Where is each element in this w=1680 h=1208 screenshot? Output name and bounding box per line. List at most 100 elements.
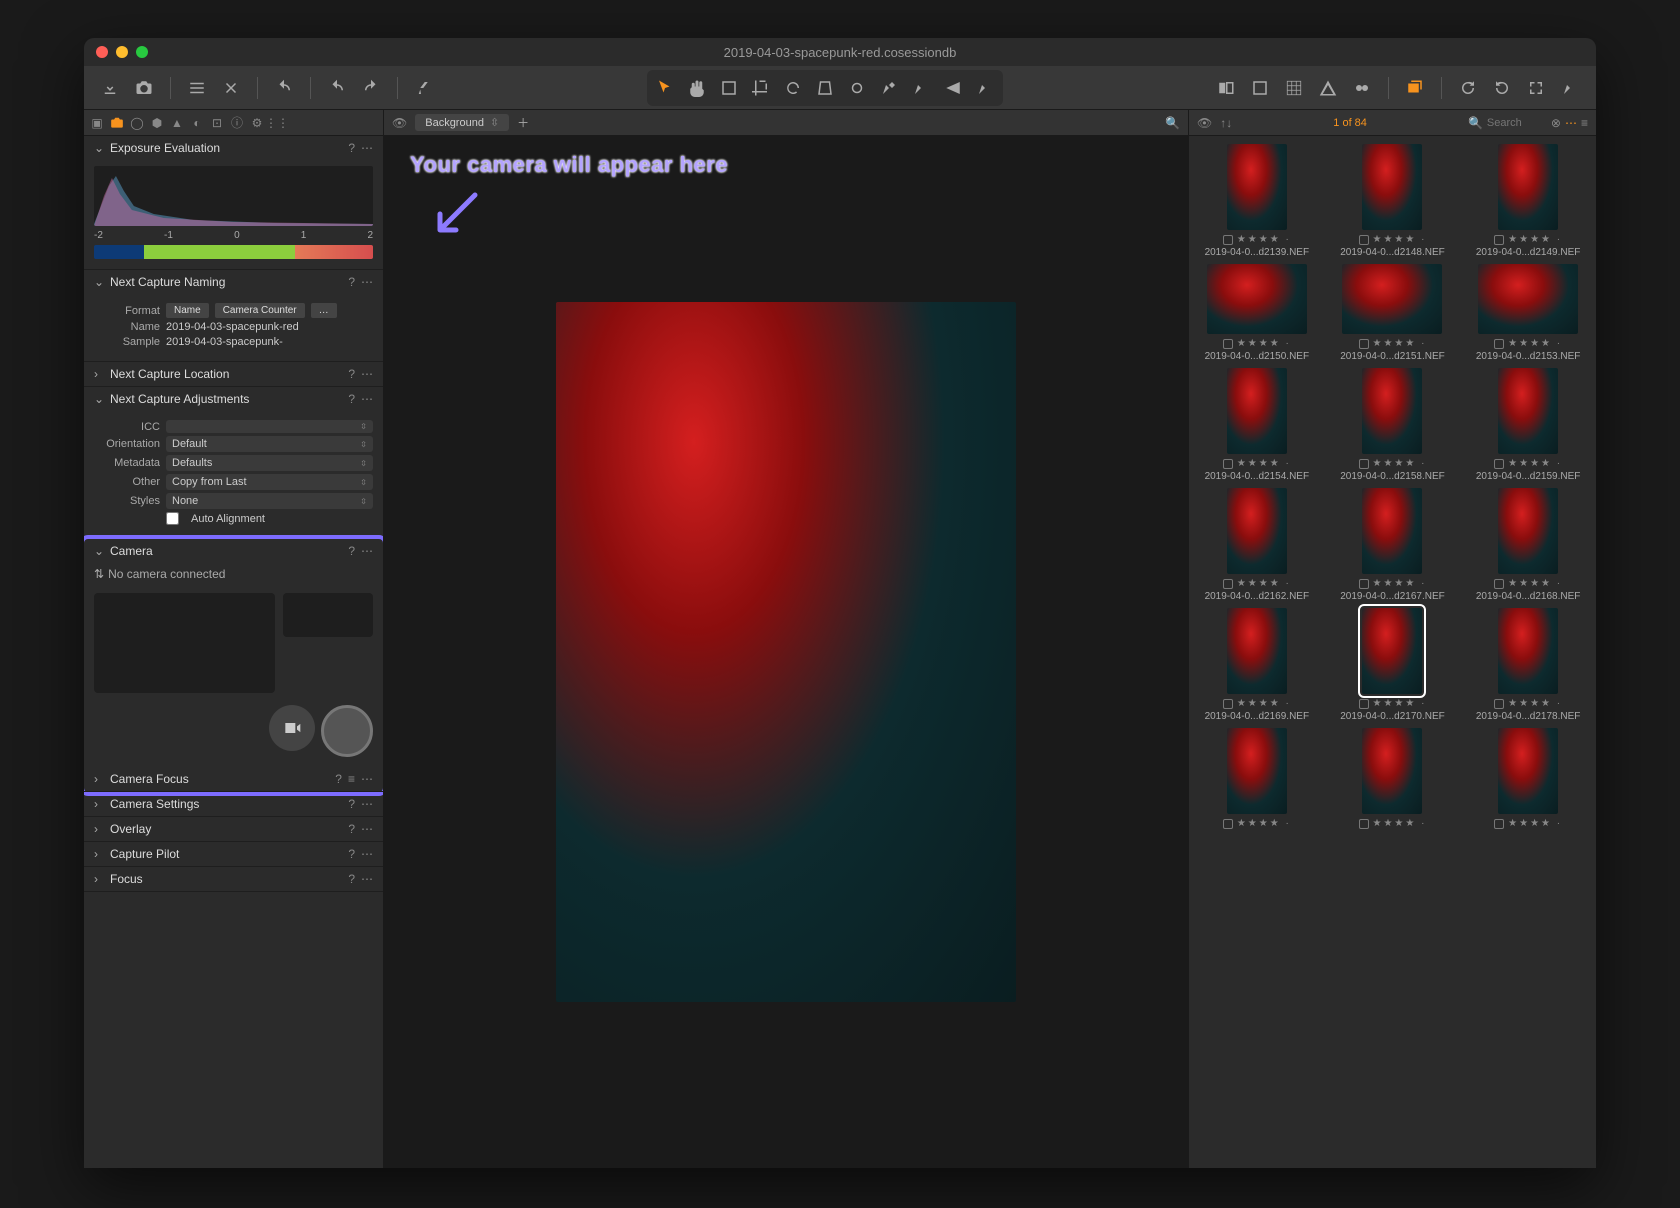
- capture-pilot-header[interactable]: › Capture Pilot ?⋯: [84, 842, 383, 866]
- thumbnail-rating[interactable]: ★★★★ ·: [1373, 234, 1427, 245]
- proof-icon[interactable]: [1246, 74, 1274, 102]
- thumbnail-checkbox[interactable]: [1494, 699, 1504, 709]
- thumbnail-rating[interactable]: ★★★★ ·: [1373, 338, 1427, 349]
- adj-styles-select[interactable]: None⇳: [166, 493, 373, 509]
- more-icon[interactable]: ⋯: [361, 797, 373, 811]
- viewer-search-icon[interactable]: 🔍: [1165, 116, 1180, 130]
- loupe-tool-icon[interactable]: [715, 74, 743, 102]
- thumbnail-rating[interactable]: ★★★★ ·: [1237, 818, 1291, 829]
- thumbnail-checkbox[interactable]: [1494, 339, 1504, 349]
- more-icon[interactable]: ⋯: [361, 872, 373, 886]
- camera-header[interactable]: ⌄ Camera ?⋯: [84, 539, 383, 563]
- more-icon[interactable]: ⋯: [361, 275, 373, 289]
- thumbnail[interactable]: ★★★★ ·2019-04-0...d2170.NEF: [1332, 608, 1452, 722]
- help-icon[interactable]: ?: [348, 275, 355, 289]
- expand-icon[interactable]: [1522, 74, 1550, 102]
- thumbnail[interactable]: ★★★★ ·2019-04-0...d2139.NEF: [1197, 144, 1317, 258]
- thumbnail-checkbox[interactable]: [1223, 819, 1233, 829]
- thumbnail[interactable]: ★★★★ ·2019-04-0...d2167.NEF: [1332, 488, 1452, 602]
- heal-tool-icon[interactable]: [971, 74, 999, 102]
- thumbnail-rating[interactable]: ★★★★ ·: [1373, 458, 1427, 469]
- filter-icon[interactable]: ⋯: [1565, 116, 1577, 130]
- thumbnail[interactable]: ★★★★ ·2019-04-0...d2162.NEF: [1197, 488, 1317, 602]
- mask-erase-icon[interactable]: [907, 74, 935, 102]
- exposure-evaluation-header[interactable]: ⌄ Exposure Evaluation ?⋯: [84, 136, 383, 160]
- clear-search-icon[interactable]: ⊗: [1551, 116, 1561, 130]
- location-header[interactable]: › Next Capture Location ?⋯: [84, 362, 383, 386]
- thumbnail[interactable]: ★★★★ ·2019-04-0...d2159.NEF: [1468, 368, 1588, 482]
- focus-header[interactable]: › Focus ?⋯: [84, 867, 383, 891]
- thumbnail-rating[interactable]: ★★★★ ·: [1237, 338, 1291, 349]
- help-icon[interactable]: ?: [348, 847, 355, 861]
- delete-icon[interactable]: [217, 74, 245, 102]
- video-button[interactable]: [269, 705, 315, 751]
- search-input[interactable]: [1487, 117, 1547, 129]
- thumbnail-checkbox[interactable]: [1223, 579, 1233, 589]
- thumbnail[interactable]: ★★★★ ·: [1468, 728, 1588, 831]
- thumbnail-rating[interactable]: ★★★★ ·: [1508, 338, 1562, 349]
- thumbnail-checkbox[interactable]: [1223, 699, 1233, 709]
- metadata-tab-icon[interactable]: ⓘ: [228, 114, 246, 132]
- thumbnail-rating[interactable]: ★★★★ ·: [1508, 818, 1562, 829]
- image-viewer[interactable]: Your camera will appear here: [384, 136, 1188, 1168]
- format-more-chip[interactable]: …: [311, 303, 337, 318]
- rotate-tool-icon[interactable]: [779, 74, 807, 102]
- exposure-tab-icon[interactable]: ▲: [168, 114, 186, 132]
- thumbnail-checkbox[interactable]: [1359, 699, 1369, 709]
- thumbnail-checkbox[interactable]: [1359, 579, 1369, 589]
- thumbnail-rating[interactable]: ★★★★ ·: [1508, 234, 1562, 245]
- grid-icon[interactable]: [1280, 74, 1308, 102]
- rotate-right-icon[interactable]: [1488, 74, 1516, 102]
- thumbnail-rating[interactable]: ★★★★ ·: [1237, 698, 1291, 709]
- crop-tool-icon[interactable]: [747, 74, 775, 102]
- help-icon[interactable]: ?: [335, 772, 342, 786]
- pan-tool-icon[interactable]: [683, 74, 711, 102]
- before-after-icon[interactable]: [1212, 74, 1240, 102]
- keystone-tool-icon[interactable]: [811, 74, 839, 102]
- adj-metadata-select[interactable]: Defaults⇳: [166, 455, 373, 471]
- thumbnail-rating[interactable]: ★★★★ ·: [1508, 578, 1562, 589]
- thumbnail-rating[interactable]: ★★★★ ·: [1373, 578, 1427, 589]
- thumbnail-checkbox[interactable]: [1223, 339, 1233, 349]
- thumbnail-checkbox[interactable]: [1494, 235, 1504, 245]
- adjustments-header[interactable]: ⌄ Next Capture Adjustments ?⋯: [84, 387, 383, 411]
- thumbnail-checkbox[interactable]: [1359, 819, 1369, 829]
- thumbnail[interactable]: ★★★★ ·2019-04-0...d2158.NEF: [1332, 368, 1452, 482]
- presets-icon[interactable]: ≡: [348, 772, 355, 786]
- batch-tab-icon[interactable]: ⋮⋮: [268, 114, 286, 132]
- redo-icon[interactable]: [357, 74, 385, 102]
- focus-mask-icon[interactable]: [1348, 74, 1376, 102]
- naming-header[interactable]: ⌄ Next Capture Naming ?⋯: [84, 270, 383, 294]
- undo2-icon[interactable]: [323, 74, 351, 102]
- thumbnail[interactable]: ★★★★ ·2019-04-0...d2151.NEF: [1332, 264, 1452, 362]
- minimize-button[interactable]: [116, 46, 128, 58]
- more-icon[interactable]: ⋯: [361, 392, 373, 406]
- thumbnail[interactable]: ★★★★ ·2019-04-0...d2168.NEF: [1468, 488, 1588, 602]
- camera-focus-header[interactable]: › Camera Focus ?≡⋯: [84, 767, 383, 791]
- thumbnail-checkbox[interactable]: [1359, 235, 1369, 245]
- thumbnail-rating[interactable]: ★★★★ ·: [1237, 234, 1291, 245]
- mask-brush-icon[interactable]: [875, 74, 903, 102]
- annotate-icon[interactable]: [410, 74, 438, 102]
- zoom-button[interactable]: [136, 46, 148, 58]
- thumbnail[interactable]: ★★★★ ·2019-04-0...d2154.NEF: [1197, 368, 1317, 482]
- color-tab-icon[interactable]: ⬢: [148, 114, 166, 132]
- thumbnail[interactable]: ★★★★ ·2019-04-0...d2178.NEF: [1468, 608, 1588, 722]
- thumbnail-checkbox[interactable]: [1223, 459, 1233, 469]
- name-value[interactable]: 2019-04-03-spacepunk-red: [166, 321, 373, 333]
- overlay-header[interactable]: › Overlay ?⋯: [84, 817, 383, 841]
- more-icon[interactable]: ⋯: [361, 822, 373, 836]
- thumbnail[interactable]: ★★★★ ·2019-04-0...d2169.NEF: [1197, 608, 1317, 722]
- output-tab-icon[interactable]: ⚙: [248, 114, 266, 132]
- edit-icon[interactable]: [1556, 74, 1584, 102]
- lens-tab-icon[interactable]: ◯: [128, 114, 146, 132]
- more-icon[interactable]: ⋯: [361, 141, 373, 155]
- help-icon[interactable]: ?: [348, 872, 355, 886]
- help-icon[interactable]: ?: [348, 392, 355, 406]
- help-icon[interactable]: ?: [348, 544, 355, 558]
- format-name-chip[interactable]: Name: [166, 303, 209, 318]
- thumbnail-checkbox[interactable]: [1223, 235, 1233, 245]
- help-icon[interactable]: ?: [348, 141, 355, 155]
- adj-other-select[interactable]: Copy from Last⇳: [166, 474, 373, 490]
- more-icon[interactable]: ⋯: [361, 772, 373, 786]
